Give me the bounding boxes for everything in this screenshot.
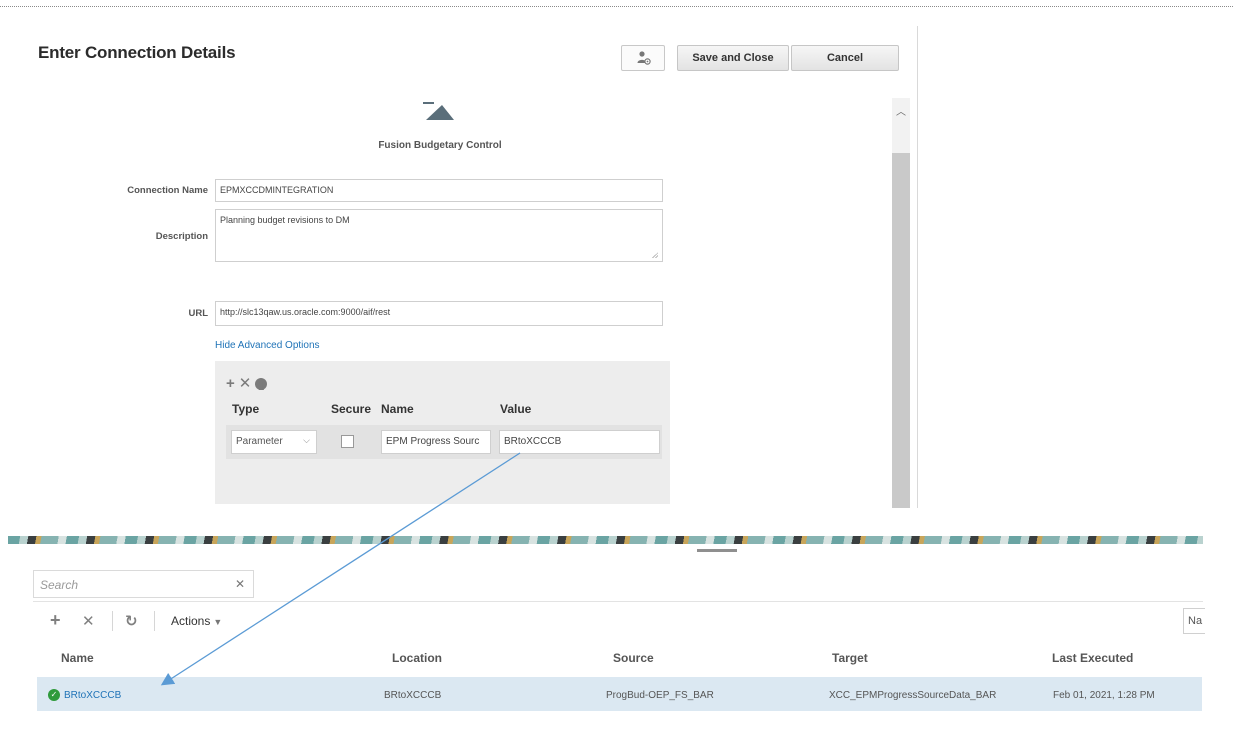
url-label: URL — [100, 308, 208, 319]
dialog-scrollbar-thumb[interactable] — [892, 153, 910, 508]
connection-name-input[interactable]: EPMXCCDMINTEGRATION — [215, 179, 663, 202]
advanced-toolbar: + ✕i — [226, 375, 271, 389]
clear-search-icon[interactable]: ✕ — [235, 577, 245, 591]
delete-icon[interactable]: ✕ — [239, 377, 252, 391]
parameter-name-input[interactable]: EPM Progress Sourc — [381, 430, 491, 454]
resize-handle[interactable] — [652, 252, 658, 258]
grid-header-name[interactable]: Name — [61, 651, 94, 665]
grid-header-location[interactable]: Location — [392, 651, 442, 665]
delete-icon[interactable]: ✕ — [82, 612, 95, 630]
success-check-icon: ✓ — [48, 689, 60, 701]
scroll-up-icon[interactable]: ︿ — [896, 103, 906, 118]
person-settings-button[interactable] — [621, 45, 665, 71]
secure-checkbox[interactable] — [341, 435, 354, 448]
column-header-secure: Secure — [331, 402, 371, 416]
source-system-name: Fusion Budgetary Control — [340, 140, 540, 151]
grid-header-target[interactable]: Target — [832, 651, 868, 665]
grid-header-last-executed[interactable]: Last Executed — [1052, 651, 1133, 665]
column-header-value: Value — [500, 402, 531, 416]
toolbar-divider — [33, 601, 1203, 602]
row-name-link[interactable]: BRtoXCCCB — [64, 690, 121, 701]
search-placeholder: Search — [40, 578, 78, 592]
description-label: Description — [100, 231, 208, 242]
mountain-logo-icon — [421, 100, 457, 122]
add-icon[interactable]: + — [50, 610, 61, 631]
refresh-icon[interactable]: ↻ — [125, 612, 138, 630]
actions-menu[interactable]: Actions▼ — [171, 614, 222, 628]
decorative-splitter-band — [8, 536, 1203, 544]
top-dotted-border — [0, 6, 1233, 7]
search-input[interactable]: Search ✕ — [33, 570, 254, 598]
type-select[interactable]: Parameter ⌵ — [231, 430, 317, 454]
column-header-type: Type — [232, 402, 259, 416]
caret-down-icon: ▼ — [213, 617, 222, 627]
truncated-filter-field[interactable]: Na — [1183, 608, 1205, 634]
connection-name-label: Connection Name — [100, 185, 208, 196]
type-select-value: Parameter — [236, 436, 283, 447]
save-and-close-button[interactable]: Save and Close — [677, 45, 789, 71]
url-input[interactable]: http://slc13qaw.us.oracle.com:9000/aif/r… — [215, 301, 663, 326]
toolbar-separator — [112, 611, 113, 631]
add-icon[interactable]: + — [226, 377, 235, 391]
row-source: ProgBud-OEP_FS_BAR — [606, 690, 714, 701]
info-icon[interactable]: i — [255, 378, 267, 390]
description-text: Planning budget revisions to DM — [220, 215, 350, 225]
toolbar-separator — [154, 611, 155, 631]
splitter-grip-handle[interactable] — [697, 549, 737, 552]
row-target: XCC_EPMProgressSourceData_BAR — [829, 690, 996, 701]
person-settings-icon — [636, 50, 652, 66]
dialog-title: Enter Connection Details — [38, 43, 235, 63]
dialog-right-divider — [917, 26, 918, 508]
row-last-executed: Feb 01, 2021, 1:28 PM — [1053, 690, 1155, 701]
description-textarea[interactable]: Planning budget revisions to DM — [215, 209, 663, 262]
parameter-value-input[interactable]: BRtoXCCCB — [499, 430, 660, 454]
cancel-button[interactable]: Cancel — [791, 45, 899, 71]
hide-advanced-options-link[interactable]: Hide Advanced Options — [215, 340, 320, 351]
row-location: BRtoXCCCB — [384, 690, 441, 701]
grid-header-source[interactable]: Source — [613, 651, 654, 665]
column-header-name: Name — [381, 402, 414, 416]
chevron-down-icon: ⌵ — [303, 435, 310, 446]
actions-label: Actions — [171, 614, 210, 628]
advanced-options-panel: + ✕i Type Secure Name Value Parameter ⌵ E… — [215, 361, 670, 504]
